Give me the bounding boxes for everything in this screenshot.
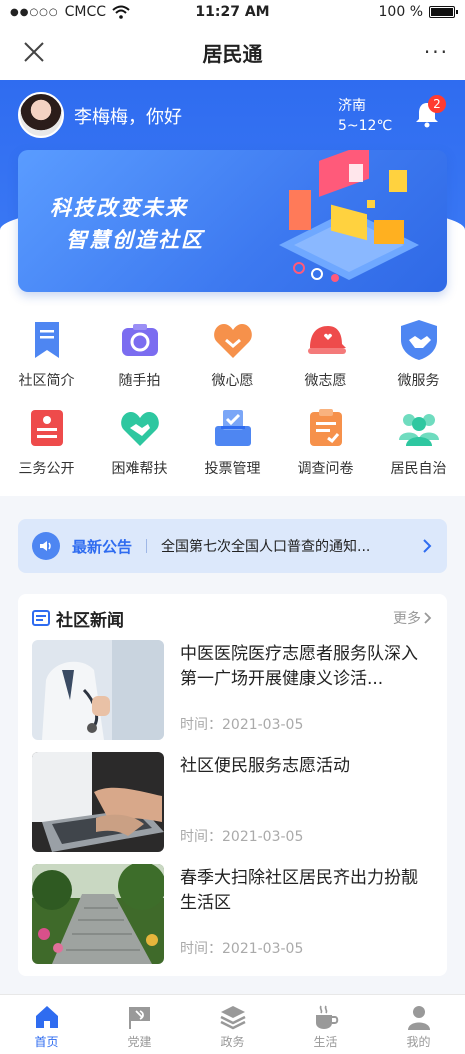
tab-home[interactable]: 首页 (0, 995, 93, 1054)
group-icon (398, 414, 439, 446)
news-time: 时间：2021-03-05 (180, 941, 304, 957)
announcement-tag: 最新公告 (72, 537, 133, 556)
service-survey[interactable]: 调查问卷 (279, 406, 372, 478)
service-three-affairs[interactable]: 三务公开 (0, 406, 93, 478)
camera-icon (121, 324, 158, 356)
promo-banner[interactable]: 科技改变未来 智慧创造社区 (18, 150, 447, 292)
close-icon[interactable] (20, 38, 48, 66)
banner-line-1: 科技改变未来 (50, 196, 188, 220)
service-self-governance[interactable]: 居民自治 (372, 406, 465, 478)
news-headline: 社区便民服务志愿活动 (180, 756, 350, 776)
tab-affairs[interactable]: 政务 (186, 995, 279, 1054)
isometric-illustration (279, 150, 419, 282)
news-section-title: 社区新闻 (56, 610, 124, 631)
news-thumbnail-doctor (32, 640, 164, 740)
heart-icon (213, 324, 252, 358)
weather-info: 济南 5~12℃ (338, 96, 392, 136)
announcement-bar[interactable]: 最新公告 全国第七次全国人口普查的通知... (18, 519, 447, 573)
news-header: 社区新闻 更多 (32, 606, 433, 631)
service-label: 居民自治 (390, 461, 447, 477)
news-item[interactable]: 社区便民服务志愿活动 时间：2021-03-05 (32, 752, 432, 852)
service-hardship-aid[interactable]: 困难帮扶 (93, 406, 186, 478)
user-greeting: 李梅梅，你好 (74, 107, 182, 128)
page-title: 居民通 (202, 41, 263, 66)
news-thumbnail-garden-path (32, 864, 164, 964)
service-label: 随手拍 (118, 373, 161, 389)
home-icon (35, 1006, 58, 1028)
tab-life[interactable]: 生活 (279, 995, 372, 1054)
avatar[interactable] (18, 92, 64, 138)
service-label: 社区简介 (18, 373, 75, 389)
tab-mine[interactable]: 我的 (372, 995, 465, 1054)
service-community-intro[interactable]: 社区简介 (0, 318, 93, 390)
community-news-card: 社区新闻 更多 中医医院医疗志愿者服务队深入第一广场开展健康义诊活... 时间：… (18, 594, 447, 976)
tab-party[interactable]: 党建 (93, 995, 186, 1054)
tab-label: 生活 (313, 1035, 338, 1049)
weather-temp: 5~12℃ (338, 118, 393, 134)
chevron-right-icon (424, 612, 432, 624)
tab-label: 政务 (220, 1035, 245, 1049)
service-label: 微服务 (397, 373, 440, 389)
handshake-shield-icon (400, 320, 437, 360)
layers-icon (219, 1006, 246, 1030)
divider (146, 539, 148, 553)
tab-label: 党建 (127, 1035, 152, 1049)
service-snapshot[interactable]: 随手拍 (93, 318, 186, 390)
service-voting[interactable]: 投票管理 (186, 406, 279, 478)
chevron-right-icon (423, 539, 432, 553)
bookmark-doc-icon (34, 322, 59, 358)
tab-label: 我的 (406, 1035, 431, 1049)
speaker-icon (32, 532, 60, 560)
coffee-cup-icon (315, 1005, 338, 1029)
cap-icon (307, 326, 346, 354)
service-label: 困难帮扶 (111, 461, 168, 477)
services-grid: 社区简介 随手拍 微心愿 微志愿 微服务 三务公开 困难帮扶 投票管理 调查问卷… (0, 306, 465, 496)
party-flag-icon (128, 1007, 150, 1029)
service-micro-wish[interactable]: 微心愿 (186, 318, 279, 390)
banner-line-2: 智慧创造社区 (66, 228, 204, 252)
newspaper-icon (32, 610, 50, 626)
status-bar: ●●○○○ CMCC 11:27 AM 100 % (0, 0, 465, 24)
service-label: 微心愿 (211, 373, 254, 389)
service-label: 投票管理 (204, 461, 261, 477)
service-label: 微志愿 (304, 373, 347, 389)
service-label: 调查问卷 (297, 461, 354, 477)
more-options-icon[interactable]: ··· (424, 40, 449, 64)
document-icon (30, 410, 63, 446)
notification-badge: 2 (428, 95, 446, 113)
service-micro-volunteer[interactable]: 微志愿 (279, 318, 372, 390)
heart-hands-icon (120, 412, 159, 446)
news-headline: 中医医院医疗志愿者服务队深入第一广场开展健康义诊活... (180, 644, 418, 689)
news-time: 时间：2021-03-05 (180, 829, 304, 845)
clipboard-icon (309, 409, 342, 446)
clock: 11:27 AM (195, 4, 270, 20)
news-more-link[interactable]: 更多 (393, 608, 433, 628)
news-item[interactable]: 春季大扫除社区居民齐出力扮靓生活区 时间：2021-03-05 (32, 864, 432, 964)
person-icon (407, 1006, 430, 1030)
nav-bar: 居民通 ··· (0, 24, 465, 80)
announcement-text: 全国第七次全国人口普查的通知... (161, 539, 371, 555)
tab-label: 首页 (34, 1035, 59, 1049)
news-thumbnail-laptop (32, 752, 164, 852)
more-label: 更多 (393, 611, 421, 627)
bottom-tab-bar: 首页 党建 政务 生活 我的 (0, 994, 465, 1054)
service-micro-service[interactable]: 微服务 (372, 318, 465, 390)
weather-city: 济南 (338, 98, 366, 114)
news-headline: 春季大扫除社区居民齐出力扮靓生活区 (180, 868, 418, 913)
battery-icon (429, 6, 458, 18)
service-label: 三务公开 (18, 461, 75, 477)
ballot-box-icon (214, 410, 251, 446)
news-time: 时间：2021-03-05 (180, 717, 304, 733)
news-item[interactable]: 中医医院医疗志愿者服务队深入第一广场开展健康义诊活... 时间：2021-03-… (32, 640, 432, 740)
